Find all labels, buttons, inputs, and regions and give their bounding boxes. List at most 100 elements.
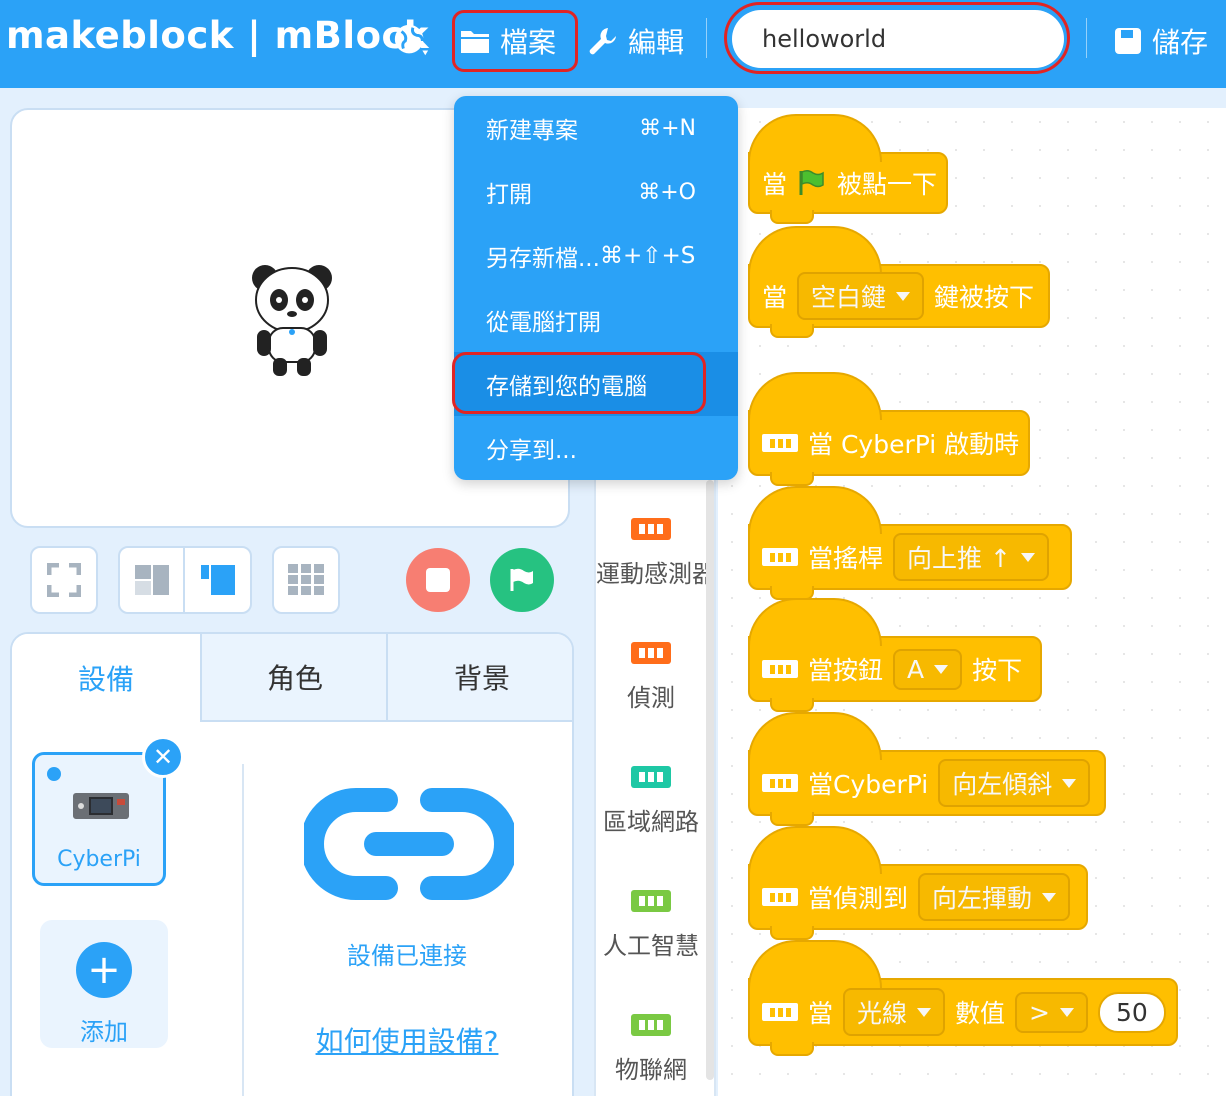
device-name-label: CyberPi xyxy=(57,847,141,872)
block-text: 被點一下 xyxy=(837,170,938,199)
file-dropdown-menu: 新建專案 ⌘+N 打開 ⌘+O 另存新檔... ⌘+⇧+S 從電腦打開 存儲到您… xyxy=(454,96,738,480)
block-when-key-pressed[interactable]: 當 空白鍵 鍵被按下 xyxy=(748,226,1050,338)
comparison-dropdown[interactable]: > xyxy=(1015,991,1088,1033)
menu-item-share[interactable]: 分享到... xyxy=(454,416,738,480)
small-stage-layout-button[interactable] xyxy=(120,548,186,612)
dropdown-value: A xyxy=(907,654,925,684)
tab-backgrounds[interactable]: 背景 xyxy=(386,634,572,722)
menu-item-open-from-computer[interactable]: 從電腦打開 xyxy=(454,288,738,352)
block-text: 當按鈕 xyxy=(808,656,884,685)
block-category-list: 運動感測器 偵測 區域網路 人工智慧 物聯網 xyxy=(594,470,716,1096)
tilt-direction-dropdown[interactable]: 向左傾斜 xyxy=(938,759,1091,807)
block-text: 當 xyxy=(762,170,788,199)
category-sensing[interactable]: 偵測 xyxy=(596,642,706,713)
save-button[interactable]: 儲存 xyxy=(1114,18,1208,64)
block-when-button-pressed[interactable]: 當按鈕 A 按下 xyxy=(748,598,1042,712)
key-dropdown[interactable]: 空白鍵 xyxy=(797,272,925,320)
connected-status-text: 設備已連接 xyxy=(347,942,467,970)
category-label: 人工智慧 xyxy=(603,932,699,960)
category-label: 區域網路 xyxy=(603,808,699,836)
cyberpi-icon xyxy=(762,660,798,678)
device-panel: 設備 角色 背景 CyberPi ✕ + 添加 設備已連接 如何使用設備? xyxy=(10,632,574,1096)
fullscreen-button[interactable] xyxy=(30,546,98,614)
toolbar-divider xyxy=(706,18,707,58)
large-stage-layout-button[interactable] xyxy=(185,548,250,612)
category-ai-icon xyxy=(631,890,671,912)
block-when-cyberpi-tilted[interactable]: 當CyberPi 向左傾斜 xyxy=(748,712,1106,826)
menu-item-shortcut: ⌘+O xyxy=(638,179,696,205)
stop-icon xyxy=(426,568,450,592)
category-motion-sensor[interactable]: 運動感測器 xyxy=(596,518,706,589)
menu-item-shortcut: ⌘+⇧+S xyxy=(599,243,696,269)
block-text: 數值 xyxy=(955,999,1006,1028)
dropdown-arrow-icon xyxy=(1060,1007,1074,1017)
block-when-joystick[interactable]: 當搖桿 向上推 ↑ xyxy=(748,486,1072,600)
cyberpi-icon xyxy=(762,1003,798,1021)
category-label: 偵測 xyxy=(627,684,675,712)
green-flag-button[interactable] xyxy=(490,548,554,612)
link-connected-icon xyxy=(304,788,514,900)
save-disk-icon xyxy=(1115,28,1141,54)
block-palette-area[interactable]: 當 被點一下 當 空白鍵 鍵被按下 當 CyberPi 啟動時 當搖桿 向上推 … xyxy=(718,108,1226,1096)
menu-item-label: 新建專案 xyxy=(486,118,578,144)
menu-item-new-project[interactable]: 新建專案 ⌘+N xyxy=(454,96,738,160)
dropdown-arrow-icon xyxy=(1020,552,1035,562)
add-device-button[interactable]: + 添加 xyxy=(40,920,168,1048)
save-label: 儲存 xyxy=(1152,26,1209,59)
how-to-use-device-link[interactable]: 如何使用設備? xyxy=(244,1020,570,1060)
block-text: 當搖桿 xyxy=(808,544,884,573)
sensor-dropdown[interactable]: 光線 xyxy=(843,988,946,1036)
grid-icon xyxy=(288,564,324,595)
block-text: 按下 xyxy=(972,656,1023,685)
block-when-sensor-value[interactable]: 當 光線 數值 > 50 xyxy=(748,940,1178,1056)
edit-menu-label: 編輯 xyxy=(628,26,685,59)
menu-item-label: 另存新檔... xyxy=(486,246,600,272)
wrench-icon xyxy=(589,28,616,55)
button-dropdown[interactable]: A xyxy=(893,648,963,690)
block-when-wave-detected[interactable]: 當偵測到 向左揮動 xyxy=(748,826,1088,940)
block-when-cyberpi-starts[interactable]: 當 CyberPi 啟動時 xyxy=(748,372,1030,486)
cyberpi-icon xyxy=(762,774,798,792)
category-iot[interactable]: 物聯網 xyxy=(596,1014,706,1085)
tab-sprites[interactable]: 角色 xyxy=(200,634,388,722)
cyberpi-icon xyxy=(762,548,798,566)
layout-toggle-group xyxy=(118,546,252,614)
cyberpi-device-icon xyxy=(73,793,129,819)
category-ai[interactable]: 人工智慧 xyxy=(596,890,706,961)
dropdown-value: 空白鍵 xyxy=(811,283,887,312)
remove-device-close-icon[interactable]: ✕ xyxy=(142,736,184,778)
category-scrollbar[interactable] xyxy=(706,480,714,1080)
dropdown-value: 向左揮動 xyxy=(932,884,1033,913)
dropdown-value: 向左傾斜 xyxy=(952,770,1053,799)
fullscreen-icon xyxy=(47,563,81,597)
device-card-cyberpi[interactable]: CyberPi xyxy=(32,752,166,886)
category-motion-sensor-icon xyxy=(631,518,671,540)
menu-item-open[interactable]: 打開 ⌘+O xyxy=(454,160,738,224)
block-text: 當 xyxy=(808,999,834,1028)
wave-direction-dropdown[interactable]: 向左揮動 xyxy=(918,873,1071,921)
threshold-value-input[interactable]: 50 xyxy=(1098,991,1166,1033)
category-lan[interactable]: 區域網路 xyxy=(596,766,706,837)
menu-item-save-as[interactable]: 另存新檔... ⌘+⇧+S xyxy=(454,224,738,288)
edit-menu-button[interactable]: 編輯 xyxy=(588,18,684,64)
block-text: 鍵被按下 xyxy=(934,283,1035,312)
green-flag-icon xyxy=(799,169,824,195)
joystick-direction-dropdown[interactable]: 向上推 ↑ xyxy=(893,533,1049,581)
dropdown-arrow-icon xyxy=(896,291,911,301)
app-logo: makeblock | mBlock xyxy=(6,14,430,57)
grid-view-button[interactable] xyxy=(272,546,340,614)
category-label: 物聯網 xyxy=(615,1056,687,1084)
category-sensing-icon xyxy=(631,642,671,664)
dropdown-value: 光線 xyxy=(857,999,908,1028)
block-when-flag-clicked[interactable]: 當 被點一下 xyxy=(748,114,948,224)
stop-button[interactable] xyxy=(406,548,470,612)
panda-sprite[interactable] xyxy=(247,260,337,380)
tab-devices[interactable]: 設備 xyxy=(12,634,200,722)
block-text: 當CyberPi xyxy=(808,770,929,799)
menu-item-label: 打開 xyxy=(486,182,532,208)
language-globe-icon[interactable] xyxy=(392,22,430,60)
dropdown-value: > xyxy=(1029,997,1050,1027)
dropdown-arrow-icon xyxy=(1062,778,1077,788)
dropdown-arrow-icon xyxy=(934,664,949,674)
project-name-highlight xyxy=(724,2,1070,74)
